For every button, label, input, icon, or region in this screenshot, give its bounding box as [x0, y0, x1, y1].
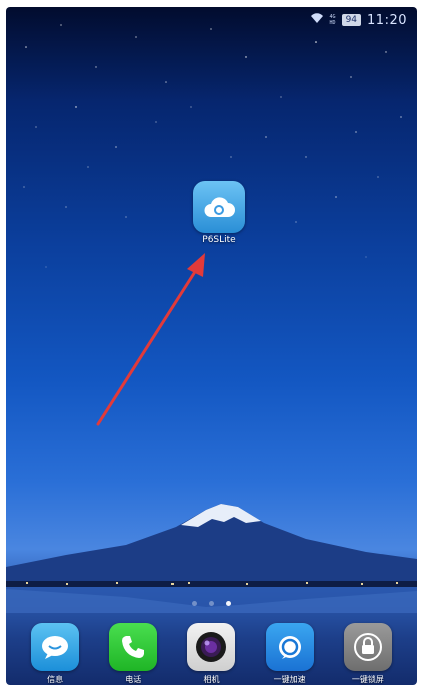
phone-home-screen: 4G HD 94 11:20 P6SLite 信息 电话 相机 一键加速 一键锁…: [6, 7, 417, 685]
page-dot[interactable]: [209, 601, 214, 606]
dock-item-phone[interactable]: 电话: [103, 623, 163, 685]
cloud-camera-icon: [204, 197, 235, 217]
dock-label: 信息: [47, 675, 64, 684]
starry-sky-background: [6, 24, 417, 613]
speed-boost-icon[interactable]: [265, 623, 314, 671]
dock-label: 电话: [125, 675, 142, 684]
dock-item-lock-screen[interactable]: 一键锁屏: [338, 623, 398, 685]
dock-label: 相机: [203, 675, 220, 684]
dock-item-camera[interactable]: 相机: [181, 623, 241, 685]
app-label-p6slite[interactable]: P6SLite: [179, 235, 259, 245]
page-dot-active[interactable]: [226, 601, 231, 606]
app-icon-p6slite[interactable]: [193, 181, 245, 233]
page-dot[interactable]: [192, 601, 197, 606]
wifi-icon: [310, 13, 324, 27]
dock-label: 一键加速: [273, 675, 306, 684]
dock-item-messages[interactable]: 信息: [25, 623, 85, 685]
battery-indicator: 94: [341, 14, 362, 26]
status-bar: 4G HD 94 11:20: [6, 7, 417, 33]
signal-indicator: 4G HD: [330, 14, 336, 26]
phone-icon[interactable]: [109, 623, 158, 671]
page-indicator: [6, 601, 417, 606]
dock: 信息 电话 相机 一键加速 一键锁屏: [6, 619, 417, 685]
message-bubble-icon[interactable]: [31, 623, 80, 671]
dock-label: 一键锁屏: [351, 675, 384, 684]
lock-icon[interactable]: [343, 623, 392, 671]
camera-lens-icon[interactable]: [187, 623, 236, 671]
signal-label-2: HD: [329, 20, 336, 26]
dock-item-speed-boost[interactable]: 一键加速: [260, 623, 320, 685]
status-time: 11:20: [367, 12, 407, 28]
